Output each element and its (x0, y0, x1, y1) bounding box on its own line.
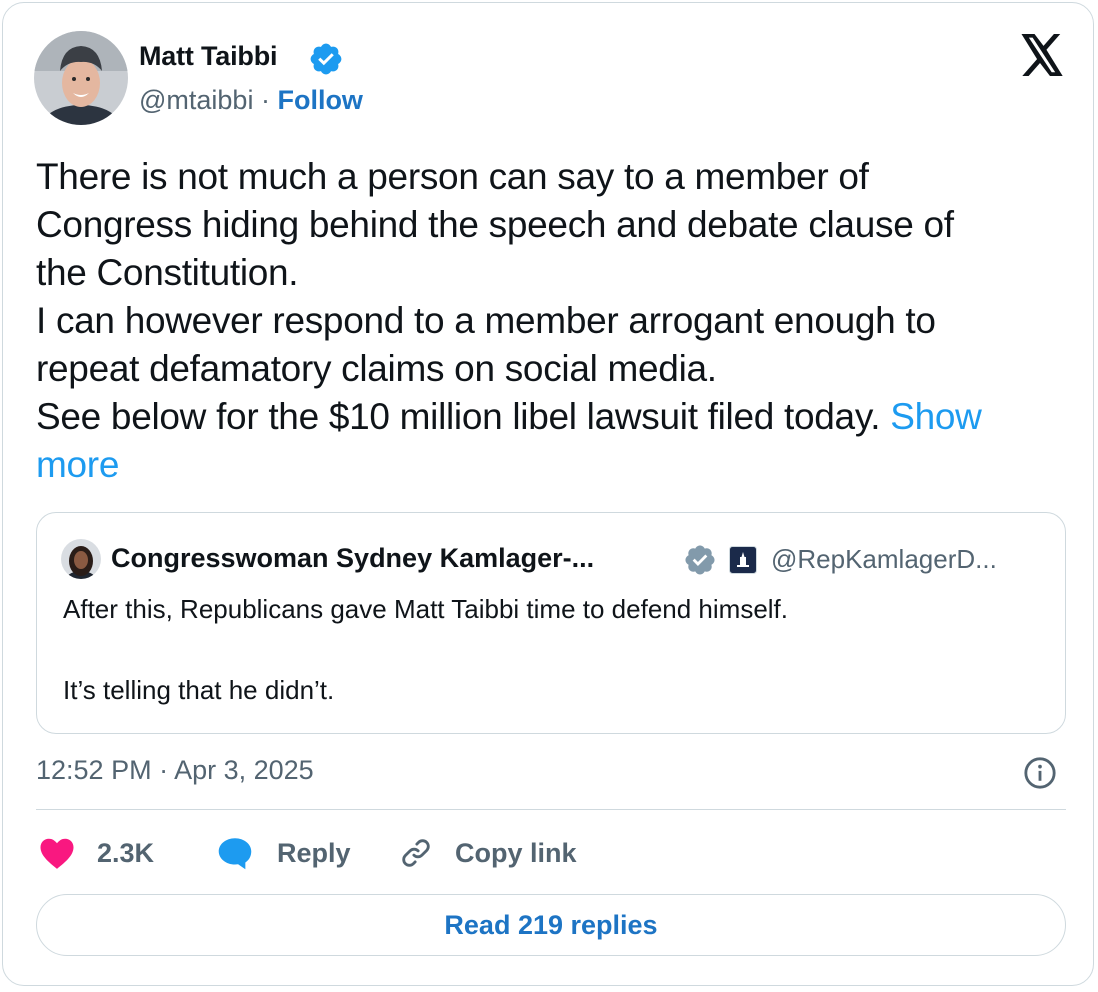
tweet-line-last: See below for the $10 million libel laws… (36, 393, 1066, 441)
reply-button[interactable]: Reply (217, 833, 351, 873)
link-icon (402, 839, 430, 867)
tweet-embed-card: Matt Taibbi @mtaibbi · Follow There is n… (2, 2, 1094, 986)
verified-badge-icon (310, 43, 342, 75)
author-avatar[interactable] (34, 31, 128, 125)
quoted-author-avatar (61, 539, 101, 579)
quoted-tweet[interactable]: Congresswoman Sydney Kamlager-... @RepKa… (36, 512, 1066, 734)
author-name[interactable]: Matt Taibbi (139, 41, 277, 72)
info-icon[interactable] (1023, 756, 1057, 790)
author-handle[interactable]: @mtaibbi (139, 85, 253, 115)
tweet-line: I can however respond to a member arroga… (36, 300, 936, 341)
tweet-line: repeat defamatory claims on social media… (36, 348, 717, 389)
show-more-link-continued[interactable]: more (36, 441, 1066, 489)
quoted-author-name: Congresswoman Sydney Kamlager-... (111, 543, 595, 573)
follow-button[interactable]: Follow (277, 85, 362, 115)
reply-label: Reply (277, 837, 351, 868)
copy-link-button[interactable]: Copy link (399, 833, 577, 873)
quoted-author-handle: @RepKamlagerD... (771, 544, 997, 574)
quoted-paragraph: It’s telling that he didn’t. (63, 675, 335, 705)
show-more-link[interactable]: Show (890, 396, 982, 437)
tweet-timestamp[interactable]: 12:52 PM · Apr 3, 2025 (36, 755, 314, 786)
read-replies-button[interactable]: Read 219 replies (36, 894, 1066, 956)
tweet-line: See below for the $10 million libel laws… (36, 396, 891, 437)
like-button[interactable]: 2.3K (39, 833, 154, 873)
tweet-text: There is not much a person can say to a … (36, 153, 1066, 489)
like-count: 2.3K (97, 837, 155, 868)
reply-bubble-icon (218, 838, 252, 870)
divider (36, 809, 1066, 810)
tweet-line: the Constitution. (36, 252, 299, 293)
tweet-line: Congress hiding behind the speech and de… (36, 204, 954, 245)
author-handle-row: @mtaibbi · Follow (139, 85, 363, 116)
x-logo-icon[interactable] (1019, 34, 1065, 76)
quoted-paragraph: After this, Republicans gave Matt Taibbi… (63, 594, 789, 624)
heart-icon (40, 838, 74, 869)
handle-separator: · (253, 85, 278, 115)
quoted-tweet-text: After this, Republicans gave Matt Taibbi… (63, 593, 788, 707)
copy-link-label: Copy link (455, 837, 577, 868)
tweet-line: There is not much a person can say to a … (36, 156, 869, 197)
verified-badge-icon (685, 545, 715, 575)
government-badge-icon (729, 546, 757, 574)
